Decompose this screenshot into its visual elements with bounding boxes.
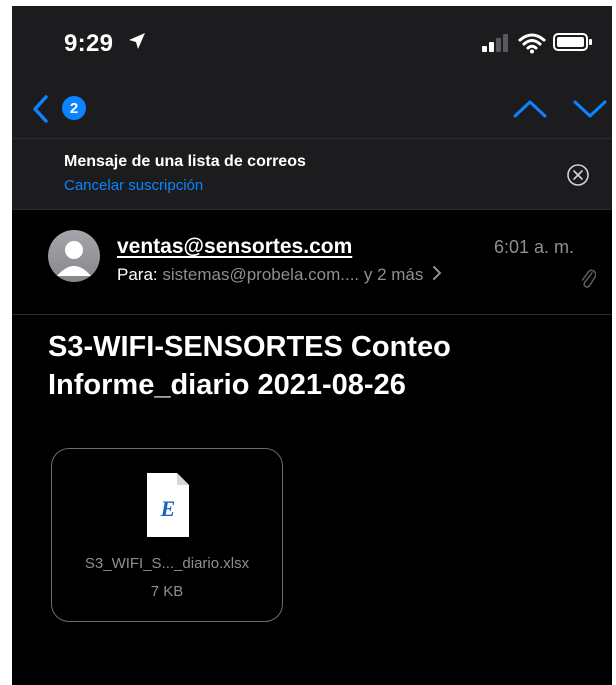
location-arrow-icon [129, 33, 145, 49]
email-subject: S3-WIFI-SENSORTES Conteo Informe_diario … [48, 331, 451, 401]
sender-address[interactable]: ventas@sensortes.com [117, 235, 352, 259]
chevron-up-icon[interactable] [512, 98, 548, 120]
email-header: ventas@sensortes.com 6:01 a. m. Para: si… [12, 210, 612, 315]
attachment-file-size: 7 KB [150, 583, 184, 600]
close-icon[interactable] [566, 163, 590, 187]
chevron-right-icon[interactable] [432, 266, 442, 280]
recipients-line[interactable]: Para: sistemas@probela.com.... y 2 más [117, 265, 442, 285]
attachment-file-name: S3_WIFI_S..._diario.xlsx [84, 555, 250, 572]
mailing-list-title: Mensaje de una lista de correos [64, 153, 306, 170]
to-label: Para: [117, 265, 158, 284]
wifi-icon [518, 33, 546, 54]
status-bar: 9:29 [12, 6, 612, 80]
cellular-signal-icon [482, 34, 508, 52]
paperclip-icon [581, 269, 596, 288]
sent-time: 6:01 a. m. [493, 237, 574, 257]
file-icon-letter: E [160, 496, 176, 521]
attachment-card[interactable]: E S3_WIFI_S..._diario.xlsx 7 KB [51, 448, 283, 622]
navigation-bar: 2 [12, 80, 612, 139]
recipients-value: sistemas@probela.com.... y 2 más [162, 265, 424, 284]
unread-count-badge[interactable]: 2 [62, 96, 86, 120]
chevron-down-icon[interactable] [572, 98, 608, 120]
excel-file-icon: E [147, 473, 189, 537]
back-chevron-icon[interactable] [30, 94, 52, 124]
mail-app-screen: 9:29 2 Mensaje de una lista de correos C… [12, 6, 612, 685]
avatar[interactable] [48, 230, 100, 282]
battery-icon [553, 33, 592, 51]
mailing-list-banner: Mensaje de una lista de correos Cancelar… [12, 139, 612, 210]
unsubscribe-link[interactable]: Cancelar suscripción [64, 177, 203, 194]
person-icon [57, 241, 91, 276]
status-time: 9:29 [64, 30, 114, 57]
